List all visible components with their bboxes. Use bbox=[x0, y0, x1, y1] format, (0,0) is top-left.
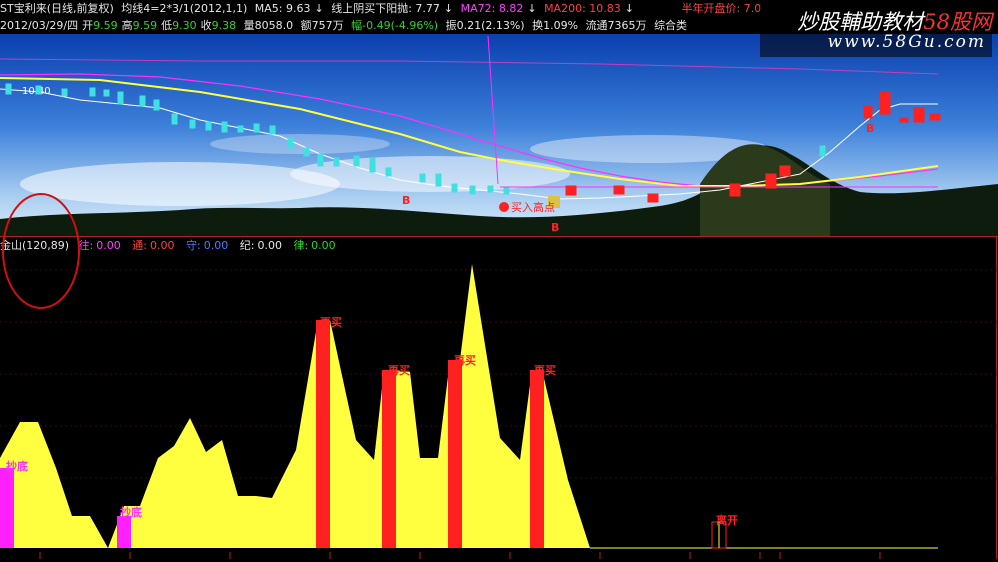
ma200-value: MA200: 10.83 bbox=[544, 2, 621, 15]
ma5-arrow-icon: ↓ bbox=[314, 2, 324, 15]
line-arrow-icon: ↓ bbox=[443, 2, 454, 15]
legend-label: 纪: bbox=[239, 239, 255, 252]
legend-value: 0.00 bbox=[203, 239, 229, 252]
high-value: 9.59 bbox=[132, 19, 158, 32]
float-value: 流通7365万 bbox=[585, 19, 647, 32]
half-year-open: 半年开盘价: 7.0 bbox=[681, 2, 762, 15]
buy-marker: B bbox=[402, 194, 410, 207]
open-value: 9.59 bbox=[93, 19, 118, 32]
line-value: 线上阴买下阳抛: 7.77 bbox=[331, 2, 440, 15]
signal-text: 买入高点 bbox=[511, 200, 555, 214]
turnover-value: 换1.09% bbox=[532, 19, 579, 32]
signal-buy-label: 再买 bbox=[388, 364, 410, 377]
signal-bottom-label: 抄底 bbox=[6, 460, 28, 473]
ma200-arrow-icon: ↓ bbox=[624, 2, 634, 15]
signal-buy-label: 再买 bbox=[320, 316, 342, 329]
close-value: 9.38 bbox=[211, 19, 237, 32]
highlight-circle bbox=[2, 193, 80, 309]
buy-marker: B bbox=[866, 122, 874, 135]
watermark-url: www.58Gu.com bbox=[827, 32, 986, 52]
legend-value: 0.00 bbox=[257, 239, 282, 252]
close-label: 收 bbox=[200, 19, 212, 32]
quote-date: 2012/03/29/四 bbox=[0, 19, 79, 32]
watermark-title-b: 58股网 bbox=[923, 10, 992, 34]
legend-label: 守: bbox=[186, 239, 201, 252]
indicator-svg bbox=[0, 236, 998, 559]
signal-bottom-label: 抄底 bbox=[120, 506, 142, 519]
high-label: 高 bbox=[121, 19, 133, 32]
price-chart-svg: 10.40 B B B 买入高点 bbox=[0, 34, 998, 236]
legend-value: 0.00 bbox=[311, 239, 336, 252]
open-label: 开 bbox=[82, 19, 94, 32]
buy-marker: B bbox=[551, 221, 559, 234]
watermark-title-a: 炒股輔助教材 bbox=[797, 10, 924, 34]
legend-value: 0.00 bbox=[150, 239, 175, 252]
amount-value: 额757万 bbox=[300, 19, 344, 32]
ma-config: 均线4=2*3/1(2012,1,1) bbox=[121, 2, 248, 15]
signal-buy-label: 再买 bbox=[534, 364, 556, 377]
signal-leave-label: 离开 bbox=[716, 514, 738, 527]
amplitude-value: 振0.21(2.13%) bbox=[445, 19, 525, 32]
ma5-value: MA5: 9.63 bbox=[254, 2, 311, 15]
stock-title[interactable]: ST宝利来(日线,前复权) bbox=[0, 2, 114, 15]
cloud bbox=[210, 134, 390, 154]
low-label: 低 bbox=[161, 19, 173, 32]
volume-value: 量8058.0 bbox=[243, 19, 294, 32]
legend-label: 通: bbox=[132, 239, 148, 252]
low-value: 9.30 bbox=[172, 19, 197, 32]
legend-label: 律: bbox=[293, 239, 309, 252]
signal-dot-icon bbox=[499, 202, 509, 212]
indicator-chart[interactable]: 抄底 抄底 再买 再买 再买 再买 离开 bbox=[0, 236, 998, 559]
cloud bbox=[20, 162, 340, 206]
change-value: 幅-0.49(-4.96%) bbox=[351, 19, 439, 32]
legend-value: 0.00 bbox=[96, 239, 121, 252]
signal-buy-label: 再买 bbox=[454, 354, 476, 367]
category-value: 综合类 bbox=[654, 19, 688, 32]
ma72-arrow-icon: ↓ bbox=[527, 2, 537, 15]
main-price-chart[interactable]: 10.40 B B B 买入高点 bbox=[0, 34, 998, 236]
legend-label: 往: bbox=[78, 239, 94, 252]
ma72-value: MA72: 8.82 bbox=[460, 2, 524, 15]
